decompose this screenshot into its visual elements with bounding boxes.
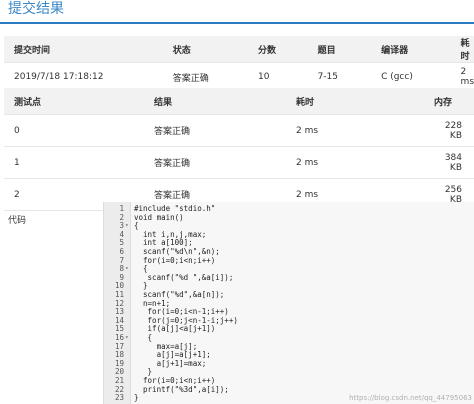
line-number: 23 <box>114 393 124 403</box>
header-test-case: 测试点 <box>4 88 144 115</box>
title-divider <box>0 22 474 24</box>
test-result: 答案正确 <box>144 114 286 147</box>
header-status: 状态 <box>162 36 249 63</box>
header-time: 耗时 <box>286 88 424 115</box>
table-row: 0 答案正确 2 ms 228 KB <box>4 114 474 147</box>
code-text: } <box>134 393 139 403</box>
test-case-id: 1 <box>4 146 144 179</box>
test-memory: 228 KB <box>424 114 474 147</box>
test-time: 2 ms <box>286 146 424 179</box>
header-problem: 题目 <box>307 36 372 63</box>
header-submit-time: 提交时间 <box>4 36 163 63</box>
header-result: 结果 <box>144 88 286 115</box>
test-memory: 384 KB <box>424 146 474 179</box>
header-compiler: 编译器 <box>371 36 451 63</box>
test-result: 答案正确 <box>144 146 286 179</box>
table-row: 1 答案正确 2 ms 384 KB <box>4 146 474 179</box>
page-title: 提交结果 <box>8 1 64 17</box>
code-label: 代码 <box>8 216 27 226</box>
table-header-row: 提交时间 状态 分数 题目 编译器 耗时 <box>4 36 474 63</box>
test-case-id: 0 <box>4 114 144 147</box>
submission-summary-table: 提交时间 状态 分数 题目 编译器 耗时 2019/7/18 17:18:12 … <box>4 36 474 92</box>
watermark: https://blog.csdn.net/qq_44795063 <box>349 394 472 402</box>
code-viewer[interactable]: 1 #include "stdio.h" 2 void main() 3 ▾{4 int … <box>103 202 474 404</box>
header-elapsed: 耗时 <box>450 36 474 63</box>
test-time: 2 ms <box>286 114 424 147</box>
table-header-row: 测试点 结果 耗时 内存 <box>4 88 474 115</box>
header-score: 分数 <box>248 36 308 63</box>
header-memory: 内存 <box>424 88 474 115</box>
test-case-table: 测试点 结果 耗时 内存 0 答案正确 2 ms 228 KB 1 答案正确 2… <box>4 88 474 211</box>
